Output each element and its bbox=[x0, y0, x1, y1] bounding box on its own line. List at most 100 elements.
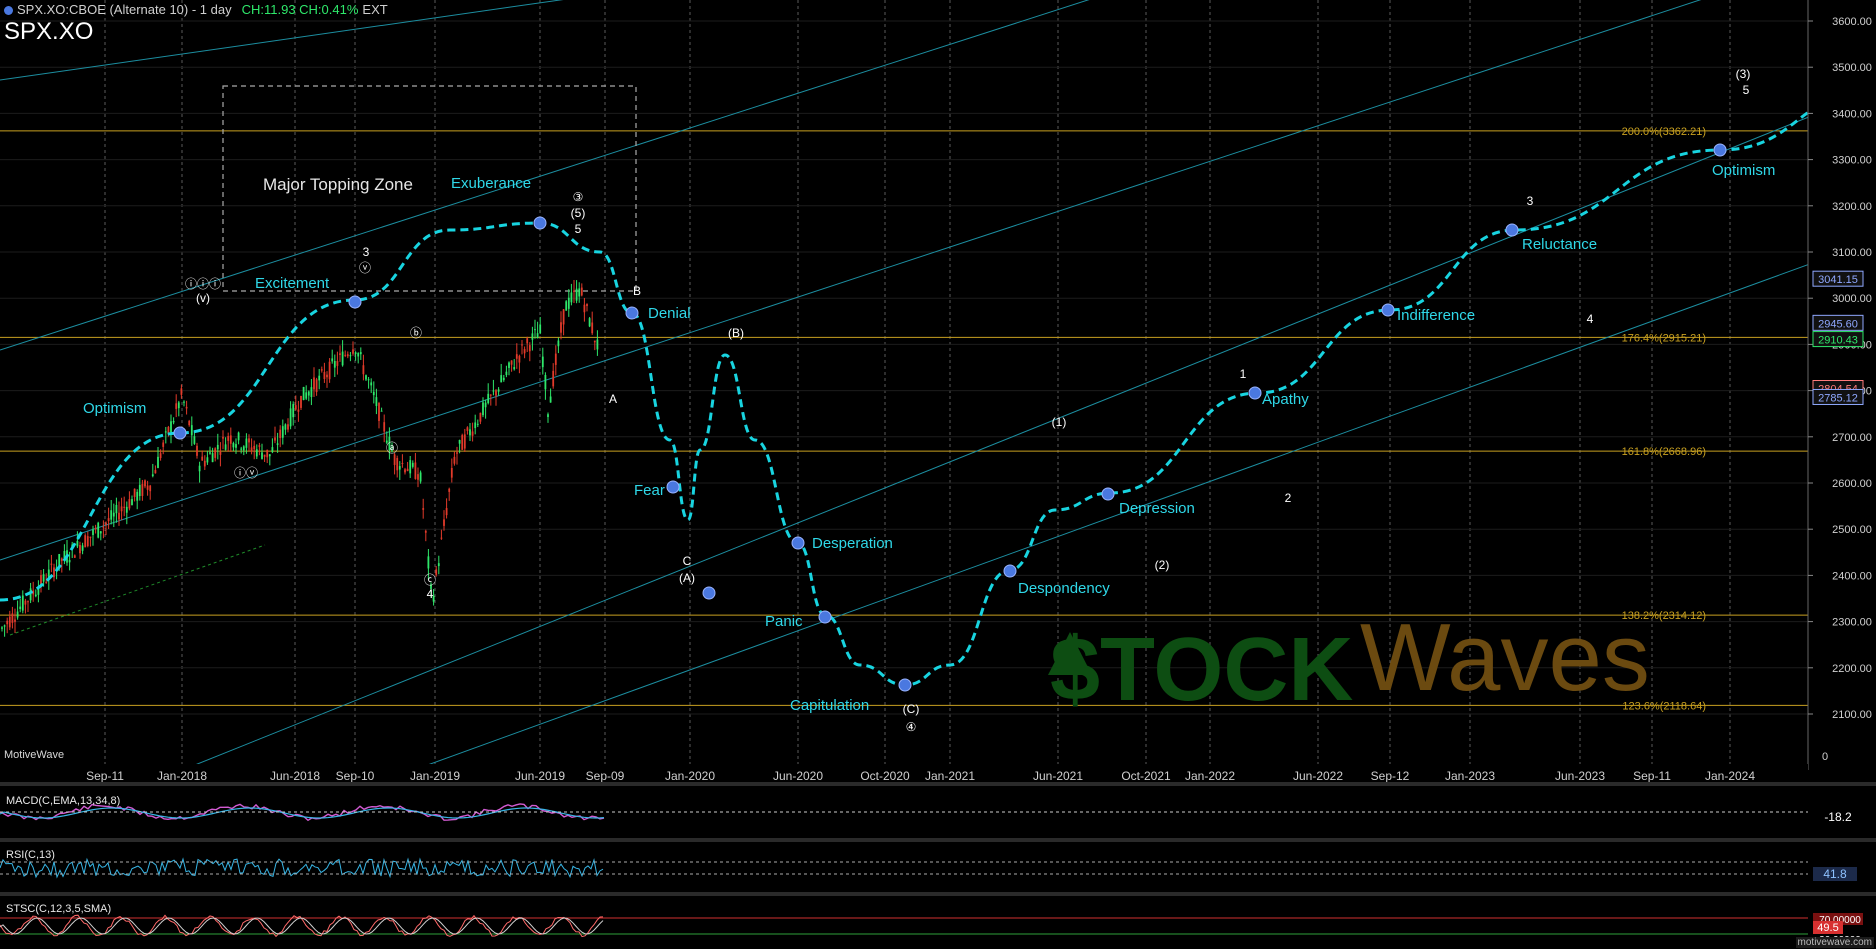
panel-divider bbox=[0, 838, 1876, 842]
sentiment-label: Reluctance bbox=[1522, 236, 1597, 253]
candle-body bbox=[463, 434, 466, 449]
candle-body bbox=[359, 352, 362, 355]
candle-body bbox=[14, 619, 16, 622]
candle-body bbox=[500, 375, 503, 383]
candle-body bbox=[333, 360, 336, 368]
candle-body bbox=[414, 462, 417, 479]
candle-body bbox=[323, 372, 326, 380]
sentiment-label: Apathy bbox=[1262, 391, 1309, 408]
candle-body bbox=[508, 362, 510, 368]
candle-body bbox=[588, 318, 591, 327]
sentiment-point bbox=[1505, 223, 1519, 237]
candle-body bbox=[271, 447, 274, 453]
candle-body bbox=[476, 423, 479, 425]
candle-body bbox=[518, 355, 521, 363]
candle-body bbox=[341, 351, 344, 366]
candle-body bbox=[326, 374, 328, 378]
candle-body bbox=[209, 452, 211, 454]
candle-body bbox=[354, 352, 357, 354]
candle-body bbox=[393, 454, 396, 465]
sentiment-point bbox=[702, 586, 716, 600]
candle-body bbox=[492, 390, 495, 392]
candle-body bbox=[201, 456, 204, 461]
scale-zero-label: 0 bbox=[1822, 751, 1828, 763]
price-flag-text: 3041.15 bbox=[1818, 274, 1858, 286]
candle-body bbox=[151, 474, 154, 477]
candle-body bbox=[456, 452, 458, 454]
candle-body bbox=[21, 595, 24, 611]
candle-body bbox=[437, 563, 440, 567]
wave-label: (3) bbox=[1736, 67, 1751, 81]
wave-label: 3 bbox=[363, 245, 370, 259]
candle-body bbox=[76, 540, 79, 547]
candle-body bbox=[528, 345, 531, 352]
candle-body bbox=[258, 445, 261, 447]
candle-body bbox=[42, 574, 45, 582]
wave-label: 4 bbox=[427, 587, 434, 601]
candle-body bbox=[297, 409, 300, 412]
candle-body bbox=[409, 460, 412, 474]
candle-body bbox=[513, 367, 516, 370]
sentiment-point bbox=[533, 216, 547, 230]
candle-body bbox=[11, 613, 14, 623]
candle-body bbox=[557, 340, 560, 347]
candle-body bbox=[450, 467, 453, 478]
candle-body bbox=[120, 506, 123, 512]
candle-body bbox=[289, 408, 292, 427]
candle-body bbox=[526, 338, 529, 344]
candle-body bbox=[34, 594, 37, 597]
candle-body bbox=[211, 453, 214, 463]
candle-body bbox=[536, 333, 539, 339]
price-candles bbox=[1, 280, 599, 637]
platform-brand: MotiveWave bbox=[4, 749, 65, 761]
candle-body bbox=[404, 469, 406, 473]
sentiment-point bbox=[625, 306, 639, 320]
candle-body bbox=[159, 453, 162, 459]
price-axis: 3600.00 3500.00 3400.00 3300.00 3200.00 3100.… bbox=[1807, 0, 1876, 770]
wave-label: ⓘⓥ bbox=[234, 466, 258, 480]
candle-body bbox=[284, 424, 287, 430]
wave-label: ⓘⓘⓘ bbox=[185, 277, 221, 291]
price-tick: 2700.00 bbox=[1832, 432, 1872, 444]
candle-body bbox=[474, 422, 477, 429]
candle-body bbox=[110, 510, 113, 520]
candle-body bbox=[482, 402, 484, 416]
candle-body bbox=[307, 391, 310, 396]
candle-body bbox=[102, 526, 105, 528]
footer-url[interactable]: motivewave.com bbox=[1795, 937, 1874, 948]
wave-label: 1 bbox=[1240, 367, 1247, 381]
candle-body bbox=[16, 611, 19, 618]
sentiment-point bbox=[1003, 564, 1017, 578]
candle-body bbox=[180, 388, 183, 395]
candle-body bbox=[443, 519, 445, 526]
candle-body bbox=[94, 527, 97, 530]
candle-body bbox=[84, 535, 87, 548]
candle-body bbox=[427, 556, 430, 569]
candle-body bbox=[320, 369, 323, 371]
candle-body bbox=[510, 360, 513, 365]
candle-body bbox=[578, 288, 581, 297]
chart-canvas[interactable]: 200.0%(3362.21) 176.4%(2915.21) 161.8%(266… bbox=[0, 0, 1876, 949]
wave-label: (1) bbox=[1052, 415, 1067, 429]
candle-body bbox=[216, 444, 219, 450]
candle-body bbox=[188, 420, 191, 426]
candle-body bbox=[417, 474, 419, 480]
candle-body bbox=[99, 531, 102, 534]
candle-body bbox=[292, 404, 295, 418]
candle-body bbox=[118, 512, 120, 520]
candle-body bbox=[175, 403, 178, 409]
sentiment-label: Despondency bbox=[1018, 580, 1110, 597]
price-tick: 3600.00 bbox=[1832, 16, 1872, 28]
candle-body bbox=[242, 446, 245, 451]
candle-body bbox=[8, 616, 11, 628]
candle-body bbox=[411, 462, 414, 467]
sentiment-point bbox=[818, 610, 832, 624]
wave-label: (A) bbox=[679, 571, 695, 585]
candle-body bbox=[575, 288, 578, 301]
wave-label: 3 bbox=[1527, 194, 1534, 208]
candle-body bbox=[60, 558, 63, 562]
candle-body bbox=[214, 448, 217, 458]
rsi-title: RSI(C,13) bbox=[6, 849, 55, 861]
candle-body bbox=[440, 537, 443, 539]
candle-body bbox=[484, 402, 487, 408]
